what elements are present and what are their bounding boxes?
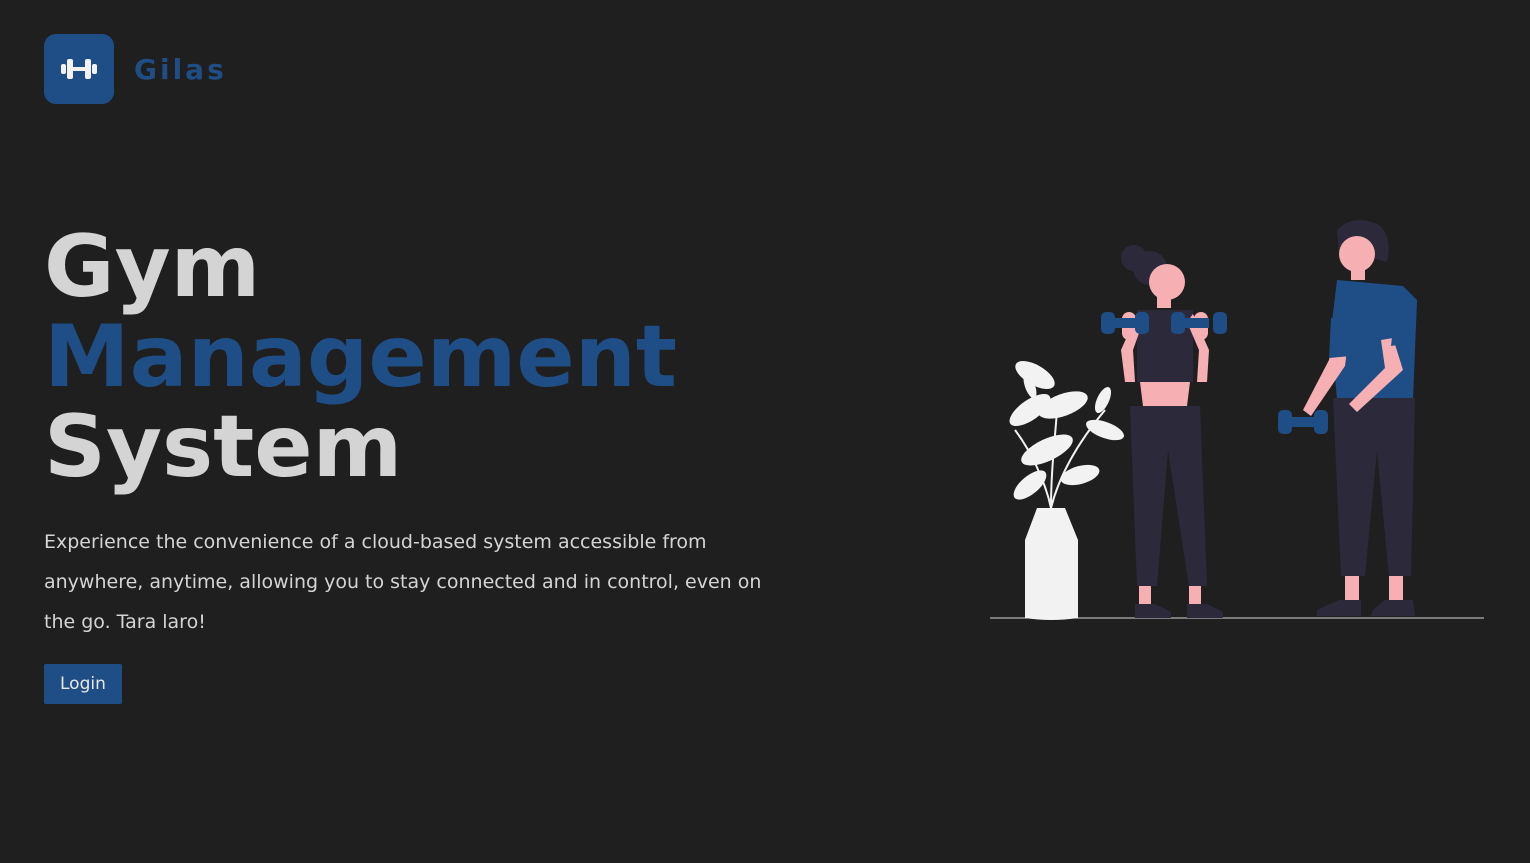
man-figure-icon xyxy=(1278,220,1417,616)
brand-name[interactable]: Gilas xyxy=(134,53,227,86)
brand[interactable]: Gilas xyxy=(44,34,227,104)
logo-tile[interactable] xyxy=(44,34,114,104)
hero-description: Experience the convenience of a cloud-ba… xyxy=(44,531,762,633)
dumbbell-icon xyxy=(61,59,97,79)
title-accent: Management xyxy=(44,307,678,407)
title-part-2: System xyxy=(44,397,403,497)
people-exercising-illustration xyxy=(990,220,1484,620)
plant-icon xyxy=(1009,361,1124,620)
hero-title: Gym Management System xyxy=(44,222,904,492)
landing-page: Gilas Gym Management System Experience th… xyxy=(0,0,1530,863)
title-part-1: Gym xyxy=(44,217,261,317)
login-button[interactable]: Login xyxy=(44,664,122,704)
hero-section: Gym Management System Experience the conv… xyxy=(44,222,904,704)
